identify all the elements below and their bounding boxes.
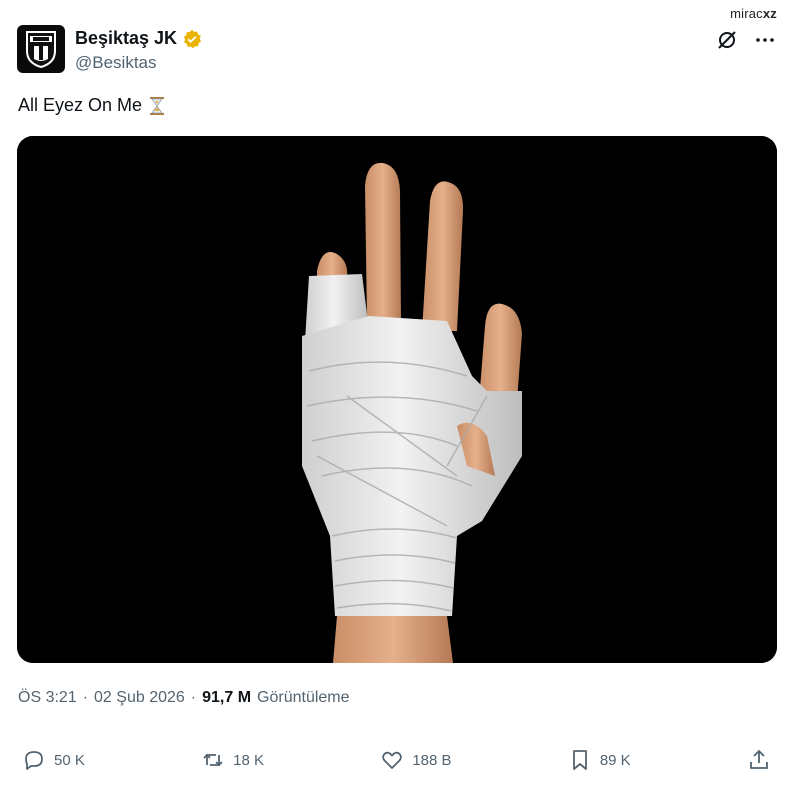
action-bar: 50 K 18 K 188 B 89 K (22, 745, 771, 775)
bandaged-hand-image (17, 136, 777, 663)
besiktas-crest-icon (26, 31, 56, 69)
reply-icon (25, 751, 43, 770)
like-button[interactable]: 188 B (380, 748, 452, 772)
meta-separator: · (82, 689, 89, 706)
tweet-text: All Eyez On Me (18, 95, 166, 116)
tweet-time[interactable]: ÖS 3:21 (18, 689, 77, 707)
like-count: 188 B (412, 751, 452, 769)
display-name[interactable]: Beşiktaş JK (75, 28, 177, 49)
repost-icon (203, 753, 223, 767)
share-button[interactable] (747, 748, 771, 772)
verified-badge-icon[interactable] (182, 29, 202, 49)
repost-count: 18 K (233, 751, 265, 769)
grok-icon[interactable] (716, 29, 738, 51)
avatar[interactable] (17, 25, 65, 73)
views-label: Görüntüleme (257, 689, 350, 706)
heart-icon (382, 751, 403, 769)
tweet-header: Beşiktaş JK @Besiktas (17, 25, 776, 75)
header-actions (716, 29, 776, 51)
bookmark-icon (572, 750, 587, 770)
watermark: miracxz (730, 6, 777, 21)
media-image[interactable] (17, 136, 777, 663)
meta-separator: · (190, 689, 197, 706)
author-info: Beşiktaş JK @Besiktas (75, 28, 202, 73)
bookmark-count: 89 K (599, 751, 631, 769)
hourglass-icon (150, 96, 165, 115)
views-count: 91,7 M (202, 689, 252, 706)
bookmark-button[interactable]: 89 K (568, 748, 631, 772)
reply-count: 50 K (54, 751, 85, 769)
tweet-meta: ÖS 3:21 · 02 Şub 2026 · 91,7 M Görüntüle… (18, 689, 350, 707)
more-options-icon[interactable] (754, 29, 776, 51)
share-icon (750, 749, 768, 769)
tweet-date[interactable]: 02 Şub 2026 (94, 689, 185, 707)
repost-button[interactable]: 18 K (201, 748, 264, 772)
handle[interactable]: @Besiktas (75, 53, 202, 73)
reply-button[interactable]: 50 K (22, 748, 85, 772)
tweet-text-content: All Eyez On Me (18, 95, 143, 115)
